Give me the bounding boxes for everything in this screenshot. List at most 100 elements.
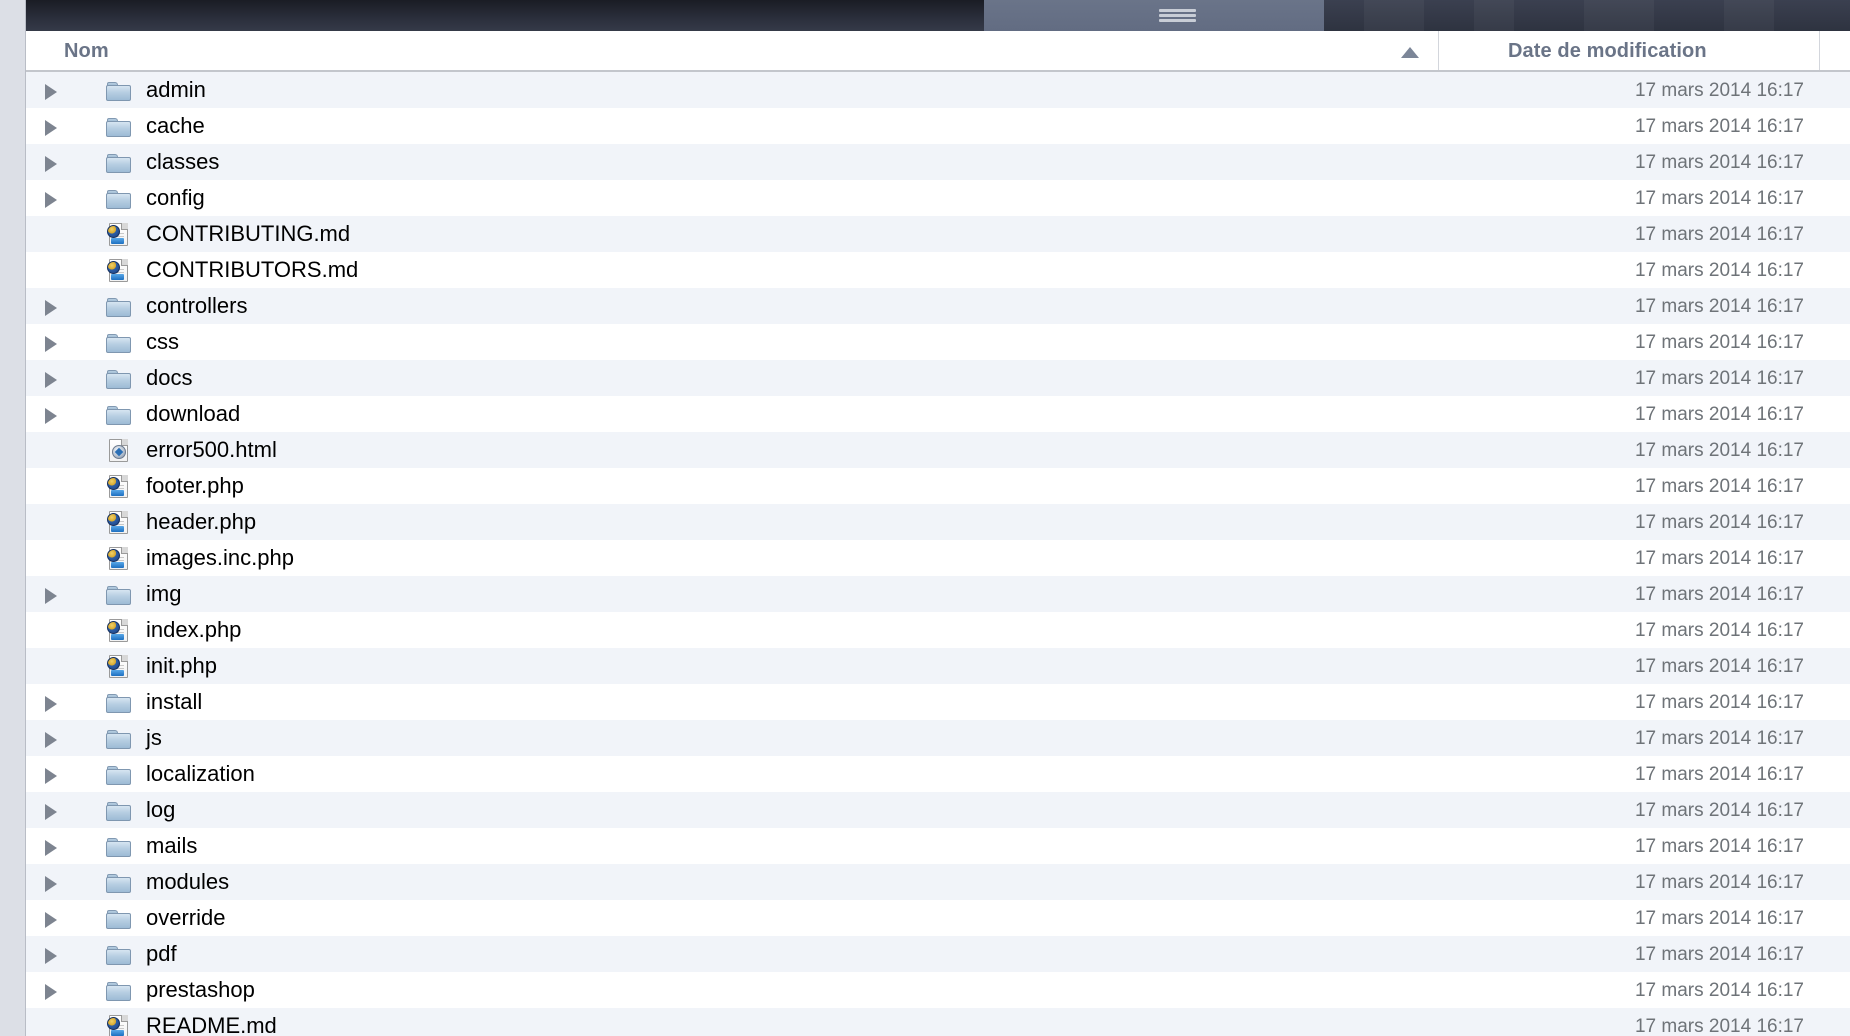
column-header-date[interactable]: Date de modification — [1439, 31, 1820, 70]
disclosure-triangle-icon[interactable] — [45, 696, 57, 712]
file-date-label: 17 mars 2014 16:17 — [1634, 1016, 1804, 1036]
column-header-extra[interactable] — [1820, 31, 1850, 70]
folder-icon — [106, 151, 131, 174]
php-document-icon — [106, 223, 131, 246]
column-header-date-label: Date de modification — [1508, 40, 1707, 62]
file-list[interactable]: admin 17 mars 2014 16:17 cache 17 mars 2014… — [26, 72, 1850, 1036]
file-name-label: modules — [146, 869, 230, 894]
file-row[interactable]: mails 17 mars 2014 16:17 — [26, 828, 1850, 864]
file-row[interactable]: CONTRIBUTING.md 17 mars 2014 16:17 — [26, 216, 1850, 252]
folder-icon — [106, 943, 131, 966]
disclosure-triangle-icon[interactable] — [45, 156, 57, 172]
disclosure-triangle-icon[interactable] — [45, 372, 57, 388]
file-name-label: img — [146, 581, 182, 606]
disclosure-triangle-icon[interactable] — [45, 192, 57, 208]
disclosure-triangle-icon[interactable] — [45, 840, 57, 856]
file-row[interactable]: prestashop 17 mars 2014 16:17 — [26, 972, 1850, 1008]
file-row[interactable]: controllers 17 mars 2014 16:17 — [26, 288, 1850, 324]
folder-icon — [106, 763, 131, 786]
file-row[interactable]: docs 17 mars 2014 16:17 — [26, 360, 1850, 396]
file-date-label: 17 mars 2014 16:17 — [1634, 872, 1804, 893]
sidebar-gutter — [0, 0, 26, 1036]
file-date-label: 17 mars 2014 16:17 — [1634, 116, 1804, 137]
file-date-label: 17 mars 2014 16:17 — [1634, 260, 1804, 281]
file-name-label: override — [146, 905, 226, 930]
file-date-label: 17 mars 2014 16:17 — [1634, 656, 1804, 677]
file-row[interactable]: install 17 mars 2014 16:17 — [26, 684, 1850, 720]
file-name-label: README.md — [146, 1013, 277, 1036]
file-date-label: 17 mars 2014 16:17 — [1634, 404, 1804, 425]
folder-icon — [106, 187, 131, 210]
file-date-label: 17 mars 2014 16:17 — [1634, 764, 1804, 785]
file-row[interactable]: CONTRIBUTORS.md 17 mars 2014 16:17 — [26, 252, 1850, 288]
file-name-label: docs — [146, 365, 193, 390]
file-row[interactable]: classes 17 mars 2014 16:17 — [26, 144, 1850, 180]
folder-icon — [106, 583, 131, 606]
disclosure-triangle-icon[interactable] — [45, 984, 57, 1000]
file-name-label: error500.html — [146, 437, 277, 462]
file-date-label: 17 mars 2014 16:17 — [1634, 476, 1804, 497]
folder-icon — [106, 367, 131, 390]
disclosure-triangle-icon[interactable] — [45, 804, 57, 820]
file-row[interactable]: README.md 17 mars 2014 16:17 — [26, 1008, 1850, 1036]
file-date-label: 17 mars 2014 16:17 — [1634, 440, 1804, 461]
column-header-name[interactable]: Nom — [26, 31, 1439, 70]
file-row[interactable]: override 17 mars 2014 16:17 — [26, 900, 1850, 936]
file-row[interactable]: log 17 mars 2014 16:17 — [26, 792, 1850, 828]
file-row[interactable]: cache 17 mars 2014 16:17 — [26, 108, 1850, 144]
file-name-label: config — [146, 185, 205, 210]
file-name-label: prestashop — [146, 977, 255, 1002]
file-row[interactable]: modules 17 mars 2014 16:17 — [26, 864, 1850, 900]
folder-icon — [106, 79, 131, 102]
disclosure-triangle-icon[interactable] — [45, 588, 57, 604]
disclosure-triangle-icon[interactable] — [45, 732, 57, 748]
file-row[interactable]: admin 17 mars 2014 16:17 — [26, 72, 1850, 108]
file-row[interactable]: img 17 mars 2014 16:17 — [26, 576, 1850, 612]
file-row[interactable]: config 17 mars 2014 16:17 — [26, 180, 1850, 216]
disclosure-triangle-icon[interactable] — [45, 84, 57, 100]
file-date-label: 17 mars 2014 16:17 — [1634, 188, 1804, 209]
file-date-label: 17 mars 2014 16:17 — [1634, 836, 1804, 857]
file-name-label: init.php — [146, 653, 217, 678]
disclosure-triangle-icon[interactable] — [45, 336, 57, 352]
file-row[interactable]: download 17 mars 2014 16:17 — [26, 396, 1850, 432]
file-row[interactable]: init.php 17 mars 2014 16:17 — [26, 648, 1850, 684]
file-date-label: 17 mars 2014 16:17 — [1634, 800, 1804, 821]
php-document-icon — [106, 547, 131, 570]
file-name-label: js — [146, 725, 162, 750]
file-row[interactable]: localization 17 mars 2014 16:17 — [26, 756, 1850, 792]
chrome-right-region — [1324, 0, 1850, 31]
disclosure-triangle-icon[interactable] — [45, 408, 57, 424]
disclosure-triangle-icon[interactable] — [45, 300, 57, 316]
disclosure-triangle-icon[interactable] — [45, 120, 57, 136]
file-row[interactable]: footer.php 17 mars 2014 16:17 — [26, 468, 1850, 504]
file-name-label: CONTRIBUTING.md — [146, 221, 351, 246]
disclosure-triangle-icon[interactable] — [45, 876, 57, 892]
file-row[interactable]: error500.html 17 mars 2014 16:17 — [26, 432, 1850, 468]
file-row[interactable]: pdf 17 mars 2014 16:17 — [26, 936, 1850, 972]
folder-icon — [106, 115, 131, 138]
folder-icon — [106, 835, 131, 858]
folder-icon — [106, 403, 131, 426]
file-row[interactable]: header.php 17 mars 2014 16:17 — [26, 504, 1850, 540]
file-row[interactable]: css 17 mars 2014 16:17 — [26, 324, 1850, 360]
file-date-label: 17 mars 2014 16:17 — [1634, 152, 1804, 173]
php-document-icon — [106, 619, 131, 642]
folder-icon — [106, 799, 131, 822]
disclosure-triangle-icon[interactable] — [45, 768, 57, 784]
file-row[interactable]: js 17 mars 2014 16:17 — [26, 720, 1850, 756]
file-date-label: 17 mars 2014 16:17 — [1634, 296, 1804, 317]
file-date-label: 17 mars 2014 16:17 — [1634, 728, 1804, 749]
file-name-label: CONTRIBUTORS.md — [146, 257, 359, 282]
file-row[interactable]: images.inc.php 17 mars 2014 16:17 — [26, 540, 1850, 576]
window-chrome — [26, 0, 1850, 31]
file-name-label: index.php — [146, 617, 242, 642]
disclosure-triangle-icon[interactable] — [45, 948, 57, 964]
file-row[interactable]: index.php 17 mars 2014 16:17 — [26, 612, 1850, 648]
file-name-label: css — [146, 329, 179, 354]
drag-handle-icon[interactable] — [1159, 9, 1196, 22]
file-name-label: header.php — [146, 509, 257, 534]
disclosure-triangle-icon[interactable] — [45, 912, 57, 928]
file-name-label: controllers — [146, 293, 248, 318]
file-name-label: log — [146, 797, 176, 822]
